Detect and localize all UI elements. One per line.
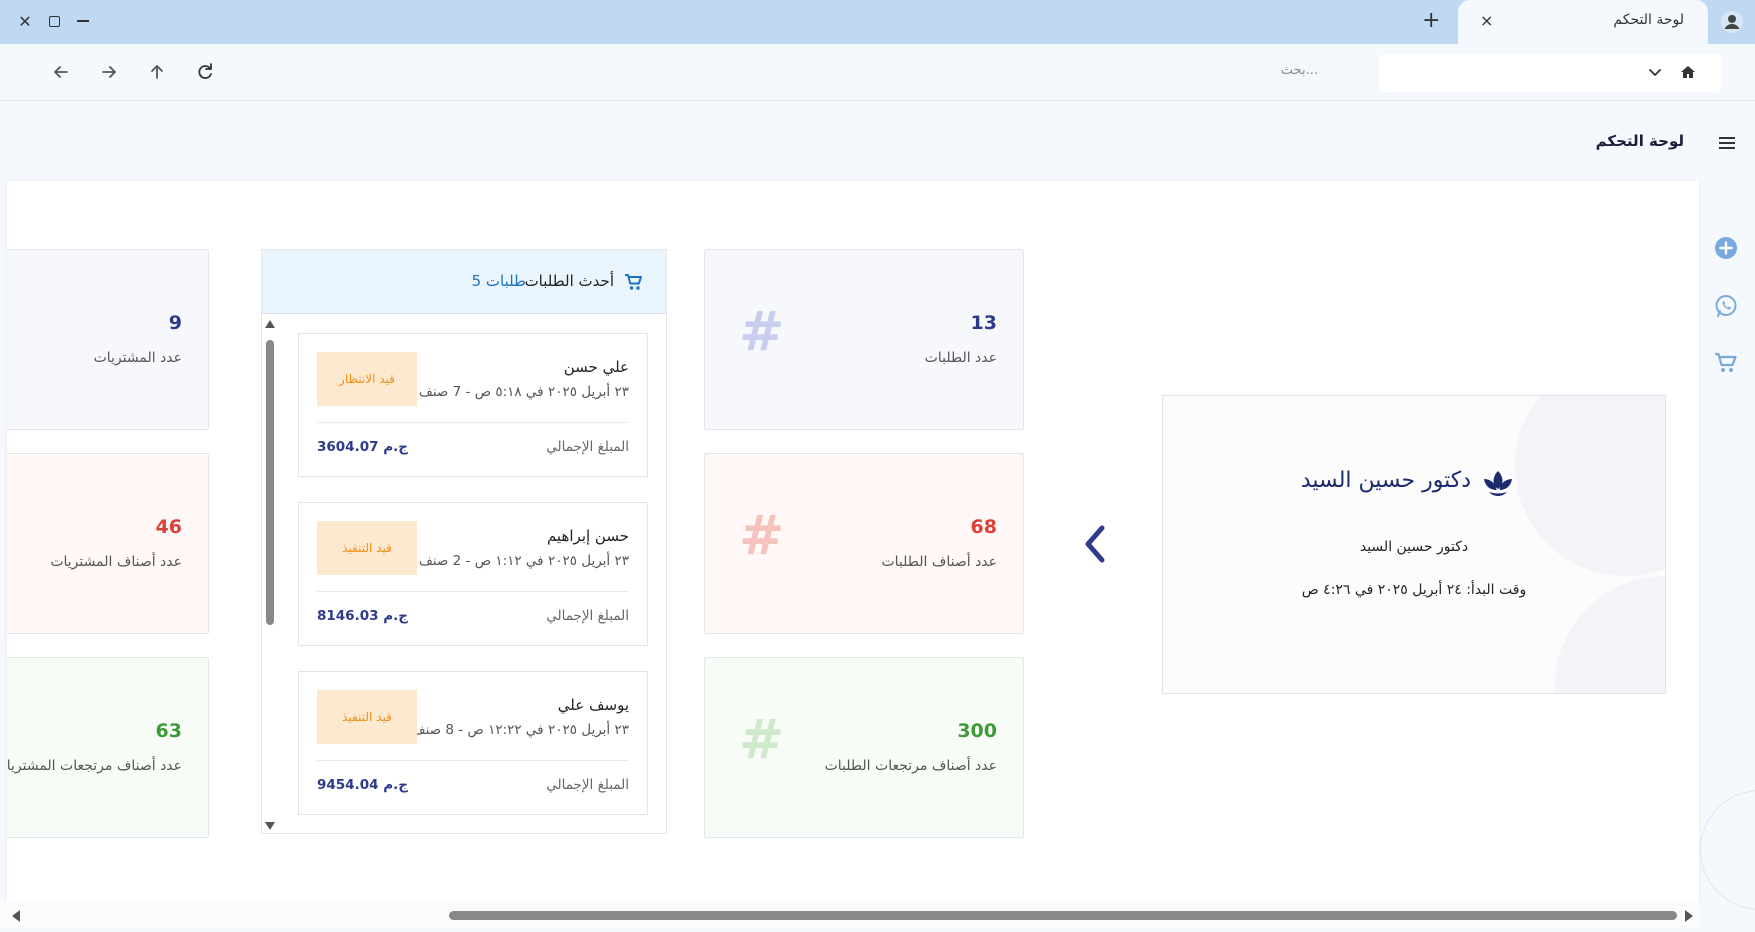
scroll-thumb[interactable] xyxy=(266,340,274,625)
order-meta: ٢٣ أبريل ٢٠٢٥ في ١٢:٢٢ ص - 8 صنف xyxy=(411,722,629,738)
stat-value: 68 xyxy=(970,516,997,538)
stat-card-orders: # 13 عدد الطلبات xyxy=(704,249,1024,430)
hamburger-menu-icon[interactable] xyxy=(1717,134,1737,152)
doctor-title: دكتور حسين السيد xyxy=(1300,468,1471,493)
order-total-label: المبلغ الإجمالي xyxy=(546,608,629,624)
up-arrow-icon[interactable] xyxy=(143,58,171,86)
profile-icon[interactable] xyxy=(1720,10,1744,34)
hash-icon: # xyxy=(739,708,785,771)
order-meta: ٢٣ أبريل ٢٠٢٥ في ١:١٢ ص - 2 صنف xyxy=(418,553,629,569)
scroll-thumb[interactable] xyxy=(449,911,1677,920)
latest-orders-title: أحدث الطلبات xyxy=(524,272,614,290)
stat-card-order-return-items: # 300 عدد أصناف مرتجعات الطلبات xyxy=(704,657,1024,838)
order-meta: ٢٣ أبريل ٢٠٢٥ في ٥:١٨ ص - 7 صنف xyxy=(418,384,629,400)
chevron-down-icon[interactable] xyxy=(1647,64,1663,80)
doctor-name: دكتور حسين السيد xyxy=(1359,539,1469,555)
scroll-right-arrow[interactable] xyxy=(1685,910,1693,922)
order-customer-name: حسن إبراهيم xyxy=(546,527,629,545)
order-total-value: 3604.07 ج.م xyxy=(317,439,408,455)
minimize-window-icon[interactable] xyxy=(71,10,95,34)
latest-orders-card: أحدث الطلبات 5 طلبات علي حسن ٢٣ أبريل ٢٠… xyxy=(261,249,667,834)
page-title: لوحة التحكم xyxy=(1595,132,1684,150)
stat-value: 13 xyxy=(970,312,997,334)
doctor-card: دكتور حسين السيد دكتور حسين السيد وقت ال… xyxy=(1162,395,1666,694)
stat-label: عدد أصناف مرتجعات المشتريات xyxy=(7,758,182,774)
tab-bar: ✕ + × لوحة التحكم xyxy=(0,0,1755,44)
doctor-start-time: وقت البدأ: ٢٤ أبريل ٢٠٢٥ في ٤:٢٦ ص xyxy=(1301,582,1527,598)
reload-icon[interactable] xyxy=(191,58,219,86)
cart-icon[interactable] xyxy=(1713,350,1739,376)
stat-value: 46 xyxy=(155,516,182,538)
address-bar[interactable] xyxy=(1379,54,1721,92)
order-item[interactable]: يوسف علي ٢٣ أبريل ٢٠٢٥ في ١٢:٢٢ ص - 8 صن… xyxy=(298,671,648,815)
stat-label: عدد الطلبات xyxy=(924,350,997,366)
tab-close-icon[interactable]: × xyxy=(1480,11,1493,30)
order-item[interactable]: علي حسن ٢٣ أبريل ٢٠٢٥ في ٥:١٨ ص - 7 صنف … xyxy=(298,333,648,477)
scroll-left-arrow[interactable] xyxy=(12,910,20,922)
new-tab-button[interactable]: + xyxy=(1422,9,1440,33)
plus-circle-icon[interactable] xyxy=(1713,235,1739,261)
order-total-label: المبلغ الإجمالي xyxy=(546,439,629,455)
stat-card-purchase-return-items: 63 عدد أصناف مرتجعات المشتريات xyxy=(7,657,209,838)
stat-card-purchases: 9 عدد المشتريات xyxy=(7,249,209,430)
latest-orders-count: 5 طلبات xyxy=(471,272,526,290)
orders-scrollbar[interactable] xyxy=(265,320,275,830)
tab-dashboard[interactable]: × لوحة التحكم xyxy=(1458,0,1708,44)
browser-toolbar: بحث... xyxy=(0,44,1755,101)
order-item[interactable]: حسن إبراهيم ٢٣ أبريل ٢٠٢٥ في ١:١٢ ص - 2 … xyxy=(298,502,648,646)
back-arrow-icon[interactable] xyxy=(47,58,75,86)
latest-orders-header: أحدث الطلبات 5 طلبات xyxy=(262,250,666,314)
stat-value: 63 xyxy=(155,720,182,742)
cart-icon xyxy=(625,274,642,290)
order-customer-name: يوسف علي xyxy=(557,696,629,714)
whatsapp-icon[interactable] xyxy=(1713,293,1739,319)
stat-label: عدد أصناف المشتريات xyxy=(50,554,182,570)
search-input[interactable]: بحث... xyxy=(268,50,1342,94)
divider xyxy=(317,422,629,423)
status-badge: قيد التنفيذ xyxy=(317,690,417,744)
stat-label: عدد المشتريات xyxy=(93,350,182,366)
divider xyxy=(317,760,629,761)
divider xyxy=(317,591,629,592)
horizontal-scrollbar[interactable] xyxy=(0,902,1700,928)
forward-arrow-icon[interactable] xyxy=(95,58,123,86)
order-customer-name: علي حسن xyxy=(563,358,629,376)
stat-card-purchase-items: 46 عدد أصناف المشتريات xyxy=(7,453,209,634)
chevron-left-icon[interactable] xyxy=(1080,522,1110,566)
dashboard-panel: 9 عدد المشتريات 46 عدد أصناف المشتريات 6… xyxy=(7,181,1699,903)
home-icon[interactable] xyxy=(1679,63,1697,81)
stat-card-order-items: # 68 عدد أصناف الطلبات xyxy=(704,453,1024,634)
stat-label: عدد أصناف مرتجعات الطلبات xyxy=(824,758,997,774)
order-total-value: 8146.03 ج.م xyxy=(317,608,408,624)
order-total-label: المبلغ الإجمالي xyxy=(546,777,629,793)
close-window-icon[interactable]: ✕ xyxy=(13,10,37,34)
stat-value: 9 xyxy=(168,312,182,334)
tab-title: لوحة التحكم xyxy=(1613,12,1684,28)
hash-icon: # xyxy=(739,300,785,363)
order-total-value: 9454.04 ج.م xyxy=(317,777,408,793)
scroll-up-arrow[interactable] xyxy=(265,320,275,328)
scroll-down-arrow[interactable] xyxy=(265,822,275,830)
stat-value: 300 xyxy=(957,720,997,742)
background-decoration xyxy=(1700,790,1755,910)
search-placeholder: بحث... xyxy=(1280,63,1318,78)
stat-label: عدد أصناف الطلبات xyxy=(881,554,997,570)
status-badge: قيد التنفيذ xyxy=(317,521,417,575)
status-badge: قيد الانتظار xyxy=(317,352,417,406)
maximize-window-icon[interactable] xyxy=(42,10,66,34)
hash-icon: # xyxy=(739,504,785,567)
lotus-logo-icon xyxy=(1484,471,1512,496)
